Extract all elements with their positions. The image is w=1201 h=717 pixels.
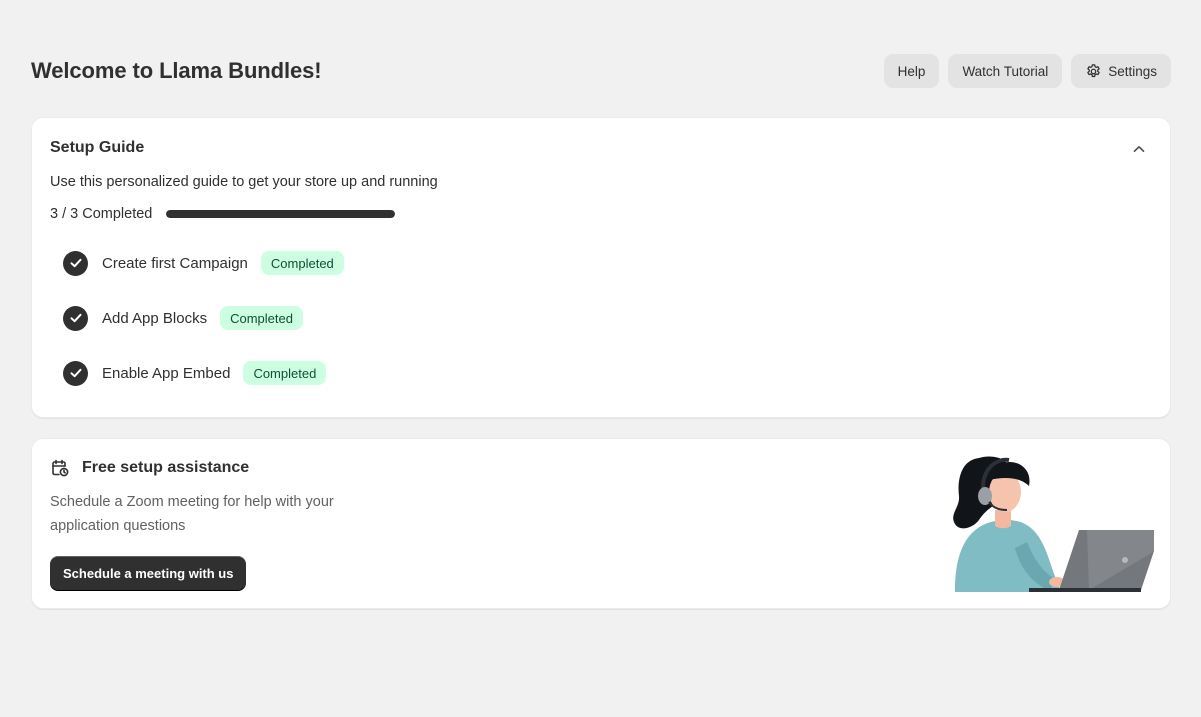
setup-step-label: Create first Campaign: [102, 254, 248, 272]
settings-button[interactable]: Settings: [1071, 54, 1171, 88]
schedule-meeting-button[interactable]: Schedule a meeting with us: [50, 556, 247, 590]
progress-text: 3 / 3 Completed: [50, 206, 153, 222]
page: Welcome to Llama Bundles! Help Watch Tut…: [0, 0, 1201, 717]
settings-label: Settings: [1108, 63, 1157, 79]
collapse-button[interactable]: [1129, 139, 1149, 159]
setup-guide-description: Use this personalized guide to get your …: [50, 174, 438, 190]
header-actions: Help Watch Tutorial Settings: [883, 54, 1171, 88]
support-agent-illustration: [953, 456, 1154, 592]
setup-step[interactable]: Add App Blocks Completed: [63, 304, 344, 332]
completed-badge: Completed: [243, 361, 327, 385]
page-title: Welcome to Llama Bundles!: [31, 58, 322, 83]
setup-step-label: Add App Blocks: [102, 309, 208, 327]
completed-badge: Completed: [260, 251, 344, 275]
setup-assistance-card: Free setup assistance Schedule a Zoom me…: [31, 438, 1171, 609]
progress-bar-fill: [166, 210, 396, 218]
setup-guide-title: Setup Guide: [50, 139, 145, 156]
assistance-title-row: Free setup assistance: [50, 458, 249, 478]
page-header: Welcome to Llama Bundles! Help Watch Tut…: [31, 54, 1171, 88]
gear-icon: [1087, 63, 1100, 77]
checkmark-icon: [63, 360, 88, 386]
completed-badge: Completed: [220, 306, 303, 330]
checkmark-icon: [63, 305, 88, 331]
setup-steps-list: Create first Campaign Completed Add App Bl…: [63, 249, 344, 414]
watch-tutorial-label: Watch Tutorial: [962, 63, 1049, 79]
help-button[interactable]: Help: [883, 54, 940, 88]
setup-step[interactable]: Create first Campaign Completed: [63, 249, 344, 277]
setup-step-label: Enable App Embed: [102, 364, 231, 382]
help-button-label: Help: [897, 63, 926, 79]
checkmark-icon: [63, 250, 88, 276]
setup-guide-card: Setup Guide Use this personalized guide …: [31, 117, 1171, 418]
watch-tutorial-button[interactable]: Watch Tutorial: [948, 54, 1063, 88]
setup-step[interactable]: Enable App Embed Completed: [63, 359, 344, 387]
calendar-clock-icon: [52, 459, 69, 477]
chevron-up-icon: [1133, 146, 1145, 152]
progress-row: 3 / 3 Completed: [50, 206, 396, 222]
assistance-title: Free setup assistance: [82, 459, 250, 476]
progress-bar: [166, 210, 396, 218]
assistance-description: Schedule a Zoom meeting for help with yo…: [50, 494, 334, 534]
